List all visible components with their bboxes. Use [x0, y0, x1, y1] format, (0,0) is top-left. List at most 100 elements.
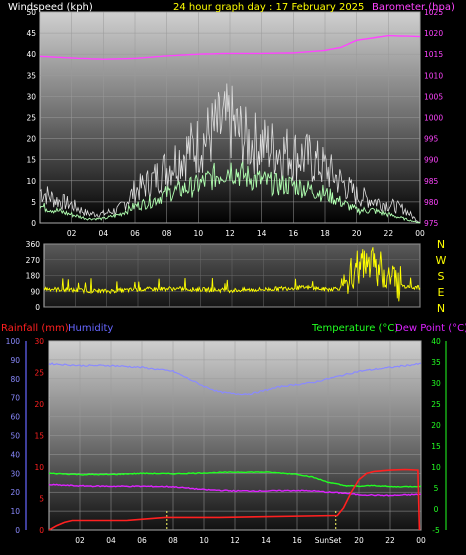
y-tick-label: 10 — [34, 463, 44, 472]
compass-label: E — [438, 286, 445, 299]
barometer-axis-label: Barometer (hpa) — [372, 2, 455, 13]
y-tick-label: 20 — [10, 488, 20, 497]
y-tick-label: 980 — [424, 198, 439, 207]
y-tick-label: 270 — [26, 256, 41, 265]
y-tick-label: 20 — [26, 135, 36, 144]
y-tick-label: 25 — [34, 369, 44, 378]
y-tick-label: 40 — [431, 337, 441, 346]
dewpoint-axis-label: Dew Point (°C) — [395, 323, 466, 334]
compass-labels: NWSEN — [436, 238, 447, 315]
x-tick-label: 10 — [199, 536, 209, 545]
x-tick-label: 16 — [292, 536, 302, 545]
x-tick-label: 22 — [384, 229, 394, 238]
compass-label: S — [438, 270, 445, 283]
wind-direction-panel: 090180270360 NWSEN — [26, 238, 447, 315]
x-tick-label: 00 — [416, 536, 426, 545]
compass-label: W — [436, 254, 447, 267]
y-tick-label: 5 — [39, 495, 44, 504]
y-tick-label: 985 — [424, 177, 439, 186]
x-tick-label: 00 — [415, 229, 425, 238]
y-tick-label: 0 — [434, 505, 439, 514]
y-tick-label: 30 — [10, 469, 20, 478]
y-tick-label: 1010 — [424, 71, 443, 80]
y-tick-label: 25 — [431, 400, 441, 409]
y-tick-label: 80 — [10, 375, 20, 384]
y-tick-label: 15 — [26, 156, 36, 165]
y-tick-label: 25 — [26, 114, 36, 123]
weather-graphs: 05101520253035404550 9759809859909951000… — [1, 2, 466, 545]
y-tick-label: 35 — [431, 358, 441, 367]
x-tick-label: 20 — [354, 536, 364, 545]
x-tick-label: 14 — [261, 536, 271, 545]
humidity-axis-label: Humidity — [68, 323, 113, 334]
y-tick-label: 30 — [26, 92, 36, 101]
y-tick-label: 20 — [431, 421, 441, 430]
y-tick-label: 100 — [6, 337, 21, 346]
x-axis-ticks-1: 02 04 06 08 10 12 14 16 18 20 22 00 — [67, 229, 425, 238]
direction-axis-ticks: 0 90 180 270 360 — [26, 240, 41, 312]
y-tick-label: 15 — [34, 432, 44, 441]
y-tick-label: 40 — [26, 50, 36, 59]
y-tick-label: 990 — [424, 156, 439, 165]
y-tick-label: 20 — [34, 400, 44, 409]
x-tick-label: 08 — [162, 229, 172, 238]
x-tick-label: 16 — [289, 229, 299, 238]
y-tick-label: 40 — [10, 450, 20, 459]
wind-barometer-panel: 05101520253035404550 9759809859909951000… — [8, 2, 455, 238]
y-tick-label: 1015 — [424, 50, 443, 59]
y-tick-label: 995 — [424, 135, 439, 144]
x-tick-label: 12 — [225, 229, 235, 238]
y-tick-label: 50 — [10, 432, 20, 441]
x-tick-label: 04 — [106, 536, 116, 545]
y-tick-label: 30 — [431, 379, 441, 388]
y-tick-label: 0 — [35, 303, 40, 312]
y-tick-label: 90 — [30, 287, 40, 296]
y-tick-label: 0 — [31, 219, 36, 228]
y-tick-label: -5 — [432, 526, 440, 535]
compass-label: N — [437, 302, 445, 315]
windspeed-axis-label: Windspeed (kph) — [8, 2, 93, 13]
y-tick-label: 0 — [15, 526, 20, 535]
rain-axis-ticks: 0 5 10 15 20 25 30 — [34, 337, 44, 535]
y-tick-label: 0 — [39, 526, 44, 535]
rainfall-axis-label: Rainfall (mm) — [1, 323, 69, 334]
compass-label: N — [437, 238, 445, 251]
y-tick-label: 1000 — [424, 114, 443, 123]
temperature-axis-label: Temperature (°C) — [311, 323, 398, 334]
chart-title: 24 hour graph day : 17 February 2025 — [173, 2, 364, 13]
y-tick-label: 70 — [10, 394, 20, 403]
x-tick-label: 06 — [130, 229, 140, 238]
x-tick-label: 20 — [352, 229, 362, 238]
x-tick-label: SunSet — [315, 536, 342, 545]
x-tick-label: 02 — [75, 536, 85, 545]
y-tick-label: 5 — [434, 484, 439, 493]
y-tick-label: 10 — [431, 463, 441, 472]
x-tick-label: 12 — [230, 536, 240, 545]
y-tick-label: 15 — [431, 442, 441, 451]
y-tick-label: 1020 — [424, 29, 443, 38]
x-tick-label: 08 — [168, 536, 178, 545]
right-axis-ticks-1: 975980985990995100010051010101510201025 — [424, 8, 443, 228]
y-tick-label: 10 — [26, 177, 36, 186]
y-tick-label: 180 — [26, 272, 41, 281]
left-axis-ticks-1: 05101520253035404550 — [26, 8, 36, 228]
x-tick-label: 10 — [194, 229, 204, 238]
x-tick-label: 02 — [67, 229, 77, 238]
y-tick-label: 5 — [31, 198, 36, 207]
y-tick-label: 1005 — [424, 92, 443, 101]
x-tick-label: 06 — [137, 536, 147, 545]
temperature-axis-ticks: -5 0 5 10 15 20 25 30 35 40 — [431, 337, 447, 535]
y-tick-label: 60 — [10, 413, 20, 422]
y-tick-label: 975 — [424, 219, 439, 228]
x-tick-label: 18 — [320, 229, 330, 238]
temperature-humidity-panel: 0 10 20 30 40 50 60 70 80 90 100 0 5 10 15 20 25 30 -5 0 5… — [1, 323, 466, 545]
x-axis-ticks-3: 02 04 06 08 10 12 14 16 SunSet 20 22 00 — [75, 536, 426, 545]
x-tick-label: 04 — [99, 229, 109, 238]
x-tick-label: 22 — [385, 536, 395, 545]
y-tick-label: 35 — [26, 71, 36, 80]
x-tick-label: 14 — [257, 229, 267, 238]
y-tick-label: 45 — [26, 29, 36, 38]
y-tick-label: 10 — [10, 507, 20, 516]
y-tick-label: 360 — [26, 240, 41, 249]
y-tick-label: 90 — [10, 356, 20, 365]
